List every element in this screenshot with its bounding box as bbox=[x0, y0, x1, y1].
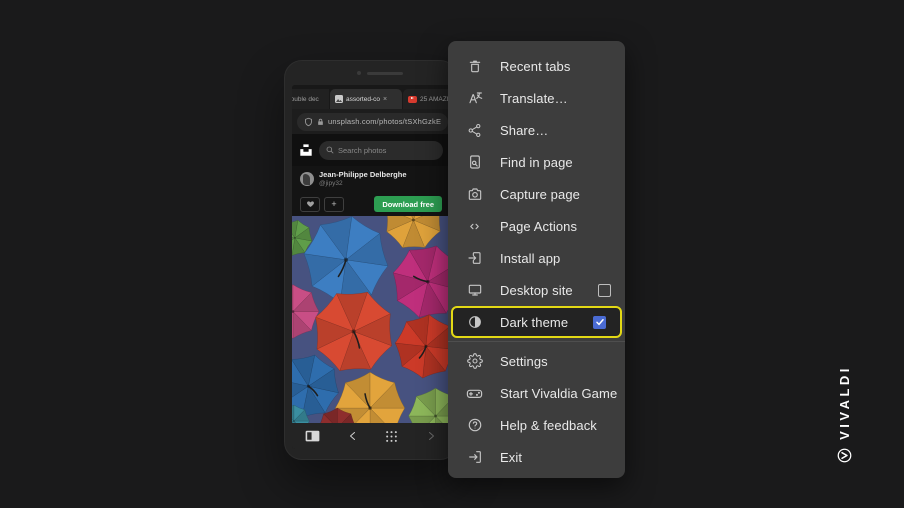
browser-tab-strip: double dec assorted-co × 25 AMAZING bbox=[292, 85, 450, 109]
umbrella-photo bbox=[292, 216, 450, 423]
vivaldi-logo-icon bbox=[837, 448, 852, 463]
vivaldi-wordmark: VIVALDI bbox=[834, 359, 854, 469]
menu-item-settings[interactable]: Settings bbox=[448, 345, 625, 377]
menu-divider bbox=[448, 341, 625, 342]
install-app-icon bbox=[467, 250, 483, 266]
menu-item-capture-page[interactable]: Capture page bbox=[448, 178, 625, 210]
search-input[interactable]: Search photos bbox=[319, 141, 443, 160]
menu-item-label: Capture page bbox=[500, 187, 580, 202]
heart-icon bbox=[306, 200, 315, 208]
menu-item-label: Install app bbox=[500, 251, 560, 266]
phone-camera bbox=[357, 71, 361, 75]
menu-item-label: Page Actions bbox=[500, 219, 577, 234]
tab-title: assorted-co bbox=[346, 96, 380, 103]
address-bar[interactable]: unsplash.com/photos/tSXhGzkE bbox=[297, 113, 448, 131]
menu-item-translate[interactable]: Translate… bbox=[448, 82, 625, 114]
unsplash-header: Search photos bbox=[292, 134, 450, 166]
add-to-collection-button[interactable]: + bbox=[324, 197, 344, 212]
browser-tab-3[interactable]: 25 AMAZING bbox=[403, 89, 450, 109]
menu-item-recent-tabs[interactable]: Recent tabs bbox=[448, 50, 625, 82]
forward-icon[interactable] bbox=[425, 430, 437, 442]
menu-item-label: Help & feedback bbox=[500, 418, 597, 433]
camera-icon bbox=[467, 186, 483, 202]
tab-title: double dec bbox=[292, 96, 319, 103]
checkmark-icon bbox=[595, 317, 605, 327]
menu-item-label: Exit bbox=[500, 450, 522, 465]
lock-icon bbox=[317, 118, 324, 126]
search-icon bbox=[326, 146, 334, 154]
vivaldi-wordmark-text: VIVALDI bbox=[837, 365, 852, 440]
code-icon bbox=[467, 219, 482, 234]
menu-item-install-app[interactable]: Install app bbox=[448, 242, 625, 274]
help-icon bbox=[467, 417, 483, 433]
gamepad-icon bbox=[466, 385, 483, 402]
browser-tab-1[interactable]: double dec bbox=[292, 89, 329, 109]
address-bar-row: unsplash.com/photos/tSXhGzkE bbox=[292, 109, 450, 134]
menu-item-label: Find in page bbox=[500, 155, 573, 170]
tab-switcher-grid-icon[interactable] bbox=[385, 430, 398, 443]
menu-item-desktop-site[interactable]: Desktop site bbox=[448, 274, 625, 306]
download-free-button[interactable]: Download free bbox=[374, 196, 442, 212]
menu-item-share[interactable]: Share… bbox=[448, 114, 625, 146]
menu-item-label: Dark theme bbox=[500, 315, 568, 330]
translate-icon bbox=[467, 90, 483, 106]
phone-mockup: double dec assorted-co × 25 AMAZING unsp… bbox=[284, 60, 458, 460]
image-favicon bbox=[335, 95, 343, 103]
photographer-row: Jean-Philippe Delberghe @jipy32 bbox=[292, 166, 450, 192]
download-free-label: Download free bbox=[382, 200, 434, 209]
photographer-name[interactable]: Jean-Philippe Delberghe bbox=[319, 170, 407, 179]
browser-tab-2-active[interactable]: assorted-co × bbox=[330, 89, 402, 109]
shield-icon bbox=[304, 117, 313, 127]
avatar[interactable] bbox=[300, 172, 314, 186]
like-button[interactable] bbox=[300, 197, 320, 212]
back-icon[interactable] bbox=[347, 430, 359, 442]
tab-close-icon[interactable]: × bbox=[383, 96, 387, 103]
menu-item-label: Desktop site bbox=[500, 283, 573, 298]
menu-item-label: Settings bbox=[500, 354, 548, 369]
gear-icon bbox=[467, 353, 483, 369]
search-placeholder: Search photos bbox=[338, 146, 386, 155]
menu-item-exit[interactable]: Exit bbox=[448, 441, 625, 473]
menu-item-find-in-page[interactable]: Find in page bbox=[448, 146, 625, 178]
menu-item-label: Start Vivaldia Game bbox=[500, 386, 617, 401]
find-in-page-icon bbox=[467, 154, 483, 170]
phone-speaker bbox=[367, 72, 403, 75]
menu-item-start-vivaldia-game[interactable]: Start Vivaldia Game bbox=[448, 377, 625, 409]
tab-title: 25 AMAZING bbox=[420, 96, 450, 103]
youtube-favicon bbox=[408, 96, 417, 103]
menu-item-label: Translate… bbox=[500, 91, 568, 106]
share-icon bbox=[467, 123, 482, 138]
desktop-site-checkbox[interactable] bbox=[598, 284, 611, 297]
browser-bottom-nav bbox=[292, 423, 450, 449]
menu-item-help-feedback[interactable]: Help & feedback bbox=[448, 409, 625, 441]
menu-item-page-actions[interactable]: Page Actions bbox=[448, 210, 625, 242]
photo-actions-row: + Download free bbox=[292, 192, 450, 216]
desktop-site-icon bbox=[467, 282, 483, 298]
photographer-handle: @jipy32 bbox=[319, 180, 407, 188]
vivaldi-main-menu: Recent tabs Translate… Share… Find in pa… bbox=[448, 41, 625, 478]
menu-item-label: Recent tabs bbox=[500, 59, 570, 74]
exit-icon bbox=[467, 449, 483, 465]
plus-icon: + bbox=[331, 199, 336, 209]
panel-icon[interactable] bbox=[305, 430, 320, 442]
menu-item-label: Share… bbox=[500, 123, 548, 138]
url-text: unsplash.com/photos/tSXhGzkE bbox=[328, 117, 441, 126]
dark-theme-checkbox[interactable] bbox=[593, 316, 606, 329]
menu-item-dark-theme[interactable]: Dark theme bbox=[451, 306, 622, 338]
umbrella-photo-svg bbox=[292, 216, 450, 423]
trash-icon bbox=[467, 58, 483, 74]
dark-theme-icon bbox=[467, 314, 483, 330]
phone-screen: double dec assorted-co × 25 AMAZING unsp… bbox=[292, 85, 450, 449]
unsplash-logo-icon[interactable] bbox=[299, 143, 313, 157]
